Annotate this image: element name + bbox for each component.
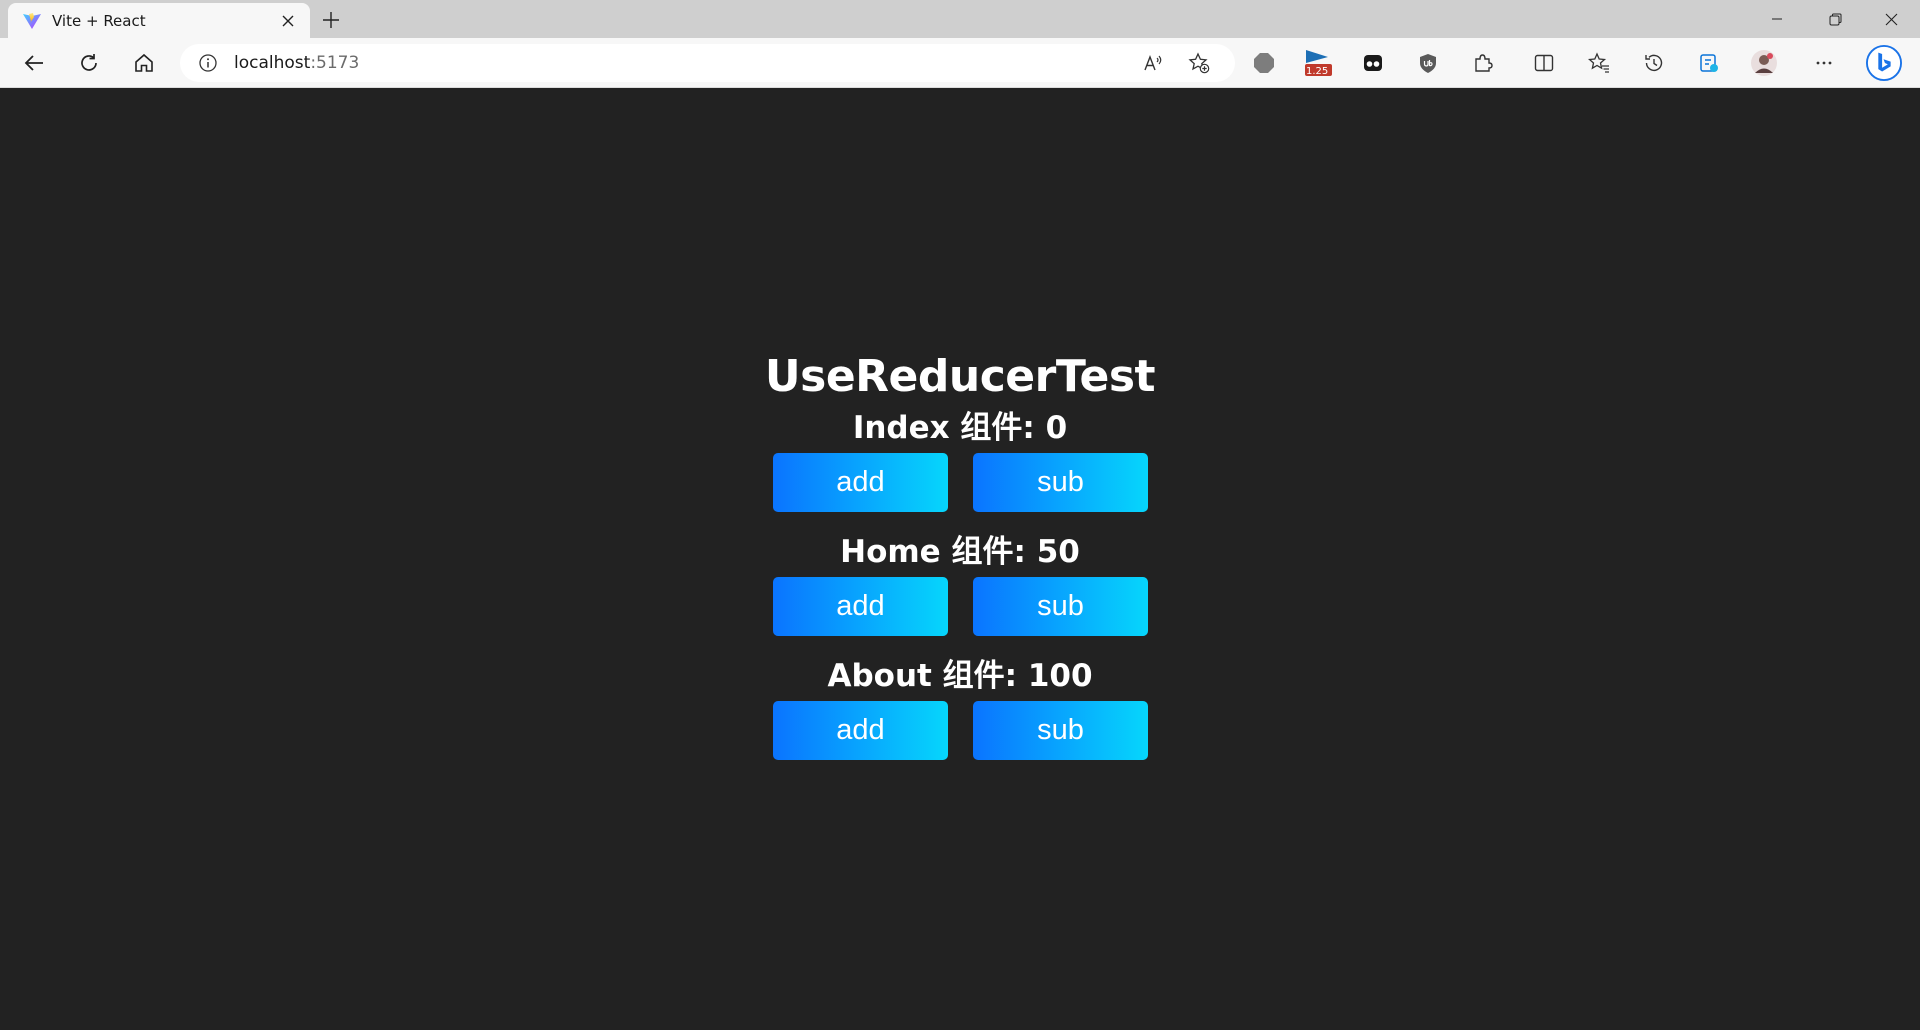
refresh-icon[interactable] <box>71 46 107 80</box>
page-title: UseReducerTest <box>764 351 1156 402</box>
extension-video-speed-icon[interactable]: 1.25 <box>1300 46 1336 80</box>
split-screen-icon[interactable] <box>1526 46 1562 80</box>
index-sub-button[interactable]: sub <box>973 453 1148 512</box>
back-arrow-icon[interactable] <box>16 46 52 80</box>
bing-copilot-icon[interactable] <box>1866 45 1902 81</box>
about-counter-label: About 组件: 100 <box>827 658 1093 694</box>
address-bar[interactable]: localhost:5173 <box>180 44 1235 82</box>
read-aloud-icon[interactable] <box>1135 44 1171 82</box>
site-info-icon[interactable] <box>196 51 220 75</box>
extension-gray-shield-icon[interactable] <box>1246 46 1282 80</box>
index-counter-label: Index 组件: 0 <box>852 410 1068 446</box>
favorites-icon[interactable] <box>1581 46 1617 80</box>
close-window-icon[interactable] <box>1862 0 1920 38</box>
about-sub-button[interactable]: sub <box>973 701 1148 760</box>
home-counter-label: Home 组件: 50 <box>840 534 1080 570</box>
home-add-button[interactable]: add <box>773 577 948 636</box>
home-icon[interactable] <box>126 46 162 80</box>
extensions-puzzle-icon[interactable] <box>1465 46 1501 80</box>
url-host: localhost <box>234 53 311 73</box>
about-add-button[interactable]: add <box>773 701 948 760</box>
restore-icon[interactable] <box>1806 0 1864 38</box>
browser-tab[interactable]: Vite + React <box>8 3 310 38</box>
extension-dark-icon[interactable] <box>1355 46 1391 80</box>
more-options-icon[interactable] <box>1806 46 1842 80</box>
url-port: :5173 <box>310 53 360 73</box>
home-sub-button[interactable]: sub <box>973 577 1148 636</box>
ublock-shield-icon[interactable] <box>1410 46 1446 80</box>
page-content: UseReducerTest Index 组件: 0 add sub Home … <box>0 89 1920 1030</box>
minimize-icon[interactable] <box>1748 0 1806 38</box>
add-favorite-icon[interactable] <box>1181 44 1217 82</box>
tab-strip: Vite + React <box>0 0 1920 38</box>
tab-title: Vite + React <box>52 11 146 30</box>
collections-icon[interactable] <box>1691 46 1727 80</box>
speed-badge: 1.25 <box>1306 66 1329 77</box>
vite-logo-icon <box>23 12 41 29</box>
close-tab-icon[interactable] <box>276 9 300 33</box>
new-tab-button[interactable] <box>316 6 346 34</box>
profile-avatar[interactable] <box>1746 46 1782 80</box>
browser-toolbar: localhost:5173 1.25 <box>0 38 1920 88</box>
url-text: localhost:5173 <box>234 53 359 73</box>
index-add-button[interactable]: add <box>773 453 948 512</box>
history-icon[interactable] <box>1636 46 1672 80</box>
